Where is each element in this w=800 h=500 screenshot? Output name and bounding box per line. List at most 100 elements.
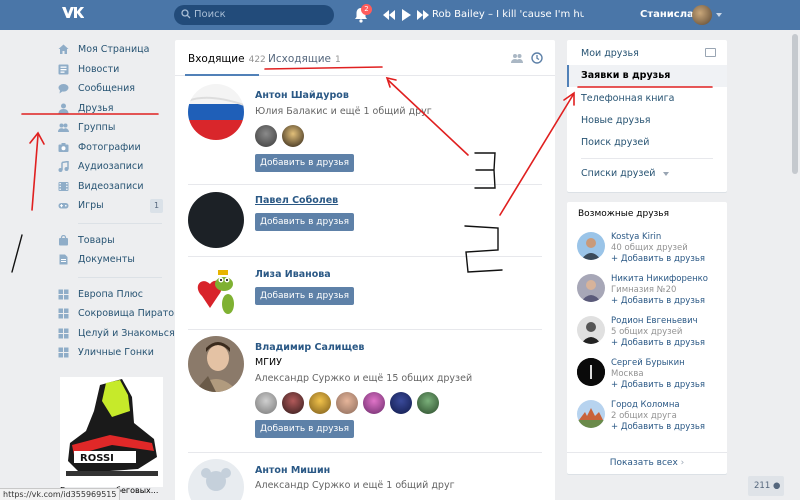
possible-friend-name[interactable]: Никита Никифоренко (611, 274, 708, 284)
add-friend-button[interactable]: Добавить в друзья (255, 287, 354, 305)
request-avatar[interactable] (188, 192, 244, 248)
sidebar-item-my-page[interactable]: Моя Страница (58, 40, 168, 60)
menu-item-phonebook[interactable]: Телефонная книга (567, 88, 727, 110)
sidebar-item-label: Документы (78, 254, 135, 266)
menu-item-find-friends[interactable]: Поиск друзей (567, 132, 727, 154)
gamepad-icon (58, 203, 69, 209)
request-name[interactable]: Антон Шайдуров (255, 90, 349, 101)
menu-item-label: Списки друзей (581, 168, 656, 179)
sidebar-app-kiss[interactable]: Целуй и Знакомься (58, 324, 175, 344)
sidebar-item-messages[interactable]: Сообщения (58, 79, 168, 99)
sidebar-item-news[interactable]: Новости (58, 60, 168, 80)
add-friend-link[interactable]: + Добавить в друзья (611, 422, 705, 432)
possible-friend-name[interactable]: Город Коломна (611, 400, 680, 410)
possible-friend-avatar[interactable] (577, 400, 605, 428)
news-icon (58, 64, 69, 75)
left-sidebar: Моя Страница Новости Сообщения Друзья Гр… (58, 40, 180, 363)
request-avatar[interactable] (188, 266, 244, 322)
add-friend-link[interactable]: + Добавить в друзья (611, 338, 705, 348)
request-name[interactable]: Павел Соболев (255, 195, 338, 206)
mutual-friend-avatar[interactable] (417, 392, 439, 414)
arrow-to-friends (31, 134, 39, 211)
sidebar-item-friends[interactable]: Друзья (58, 99, 168, 119)
add-friend-link[interactable]: + Добавить в друзья (611, 254, 705, 264)
sidebar-item-label: Аудиозаписи (78, 161, 144, 173)
next-track-icon[interactable] (417, 8, 429, 22)
mutual-friend-avatar[interactable] (255, 392, 277, 414)
sidebar-item-video[interactable]: Видеозаписи (58, 177, 168, 197)
mutual-friends-avatars (255, 392, 439, 414)
possible-friend-item: Никита Никифоренко Гимназия №20 + Добави… (567, 274, 727, 316)
show-all-label: Показать всех (609, 458, 678, 468)
sidebar-app-pirates[interactable]: Сокровища Пиратов (58, 304, 180, 324)
show-all-link[interactable]: Показать всех › (567, 458, 727, 468)
scrollbar-thumb[interactable] (792, 34, 798, 174)
possible-friend-name[interactable]: Сергей Бурыкин (611, 358, 685, 368)
add-friend-link[interactable]: + Добавить в друзья (611, 380, 705, 390)
friends-suggest-icon[interactable] (511, 52, 523, 64)
search-input[interactable]: Поиск (174, 5, 334, 25)
sidebar-item-goods[interactable]: Товары (58, 231, 168, 251)
mutual-friend-avatar[interactable] (309, 392, 331, 414)
possible-friend-info: Гимназия №20 (611, 285, 677, 295)
tab-outgoing-label: Исходящие (268, 53, 332, 65)
request-name[interactable]: Антон Мишин (255, 465, 330, 476)
possible-friend-avatar[interactable] (577, 316, 605, 344)
sidebar-item-photos[interactable]: Фотографии (58, 138, 168, 158)
sidebar-item-label: Сообщения (78, 83, 136, 95)
search-placeholder: Поиск (194, 9, 226, 20)
add-friend-link[interactable]: + Добавить в друзья (611, 296, 705, 306)
tab-outgoing[interactable]: Исходящие 1 (268, 53, 341, 65)
calendar-icon[interactable] (705, 48, 716, 57)
vk-logo-icon[interactable] (60, 5, 86, 25)
request-mutual-friends[interactable]: Александр Суржко и ещё 15 общих друзей (255, 373, 472, 384)
possible-friend-avatar[interactable] (577, 358, 605, 386)
previous-track-icon[interactable] (383, 8, 395, 22)
mutual-friend-avatar[interactable] (390, 392, 412, 414)
mutual-friend-avatar[interactable] (255, 125, 277, 147)
mutual-friend-avatar[interactable] (363, 392, 385, 414)
clock-icon[interactable] (531, 52, 543, 64)
mutual-friend-avatar[interactable] (282, 392, 304, 414)
sidebar-item-label: Друзья (78, 102, 114, 114)
play-icon[interactable] (401, 8, 411, 22)
user-avatar[interactable] (692, 5, 712, 25)
request-name[interactable]: Владимир Салищев (255, 342, 364, 353)
request-mutual-friends[interactable]: Юлия Балакис и ещё 1 общий друг (255, 106, 432, 117)
menu-item-label: Поиск друзей (581, 137, 650, 148)
ad-banner[interactable]: ROSSI (60, 377, 163, 487)
sidebar-app-street-racing[interactable]: Уличные Гонки (58, 343, 168, 363)
sidebar-item-games[interactable]: Игры 1 (58, 196, 168, 216)
add-friend-button[interactable]: Добавить в друзья (255, 154, 354, 172)
menu-item-friend-requests[interactable]: Заявки в друзья (567, 65, 727, 87)
request-avatar[interactable] (188, 84, 244, 140)
sidebar-app-europa-plus[interactable]: Европа Плюс (58, 285, 168, 305)
sidebar-item-groups[interactable]: Группы (58, 118, 168, 138)
request-avatar[interactable] (188, 336, 244, 392)
svg-text:ROSSI: ROSSI (80, 453, 114, 464)
chevron-down-icon[interactable] (716, 13, 722, 17)
possible-friend-avatar[interactable] (577, 274, 605, 302)
menu-item-my-friends[interactable]: Мои друзья (567, 43, 727, 65)
add-friend-button[interactable]: Добавить в друзья (255, 213, 354, 231)
add-friend-button[interactable]: Добавить в друзья (255, 420, 354, 438)
tab-incoming[interactable]: Входящие 422 (188, 53, 266, 65)
possible-friend-name[interactable]: Kostya Kirin (611, 232, 661, 242)
menu-item-new-friends[interactable]: Новые друзья (567, 110, 727, 132)
page-scrollbar[interactable] (790, 30, 800, 500)
mutual-friend-avatar[interactable] (282, 125, 304, 147)
possible-friend-avatar[interactable] (577, 232, 605, 260)
request-avatar[interactable] (188, 459, 244, 500)
online-counter[interactable]: 211 ● (748, 476, 784, 496)
app-icon (58, 308, 69, 319)
request-name[interactable]: Лиза Иванова (255, 269, 331, 280)
current-track-title[interactable]: Rob Bailey – I kill 'cause I'm hungry(O.… (432, 9, 584, 20)
mutual-friend-avatar[interactable] (336, 392, 358, 414)
possible-friend-info: Москва (611, 369, 644, 379)
request-mutual-friends[interactable]: Александр Суржко и ещё 1 общий друг (255, 480, 455, 491)
sidebar-item-audio[interactable]: Аудиозаписи (58, 157, 168, 177)
possible-friend-name[interactable]: Родион Евгеньевич (611, 316, 698, 326)
menu-item-label: Телефонная книга (581, 93, 675, 104)
menu-item-friend-lists[interactable]: Списки друзей (567, 163, 727, 185)
sidebar-item-documents[interactable]: Документы (58, 250, 168, 270)
